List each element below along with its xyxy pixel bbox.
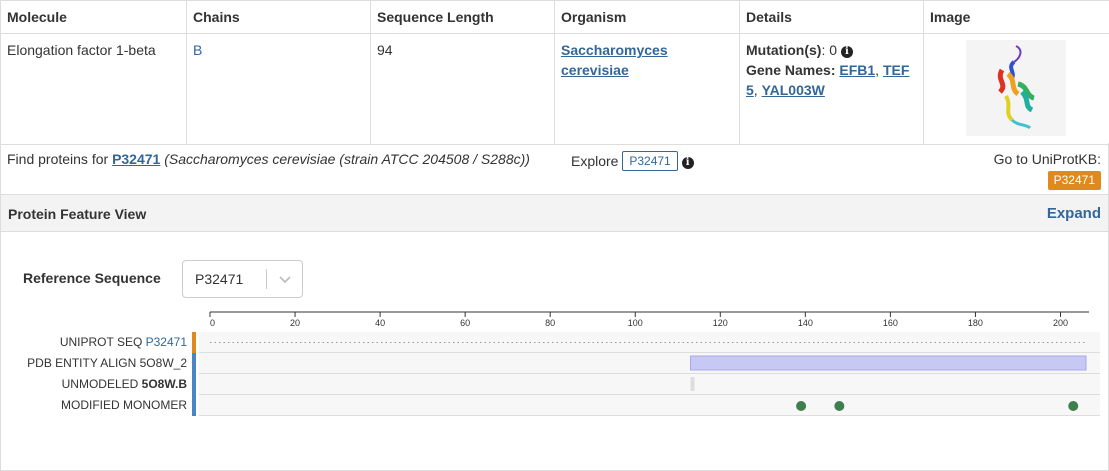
accession-link[interactable]: P32471 (112, 151, 160, 167)
ribbon-structure-image (997, 45, 1035, 130)
axis-tick-label: 200 (1053, 318, 1068, 328)
sequence-length: 94 (370, 33, 555, 145)
info-icon[interactable]: i (681, 157, 694, 169)
organism-link[interactable]: Saccharomyces cerevisiae (561, 42, 668, 78)
explore-badge[interactable]: P32471 (622, 151, 678, 171)
col-sequence-length: Sequence Length (370, 0, 555, 34)
gene-names-label: Gene Names: (746, 62, 836, 78)
track[interactable] (199, 395, 1100, 416)
position-axis: 0 20 40 60 80 100 120 140 160 180 200 (209, 311, 1089, 328)
mutation-label: Mutation(s) (746, 42, 822, 58)
select-separator (266, 269, 267, 289)
track-canvas (796, 401, 1079, 411)
panel-title: Protein Feature View (8, 206, 147, 222)
track-color-bar (192, 395, 196, 416)
structure-thumbnail[interactable] (966, 40, 1066, 136)
gene-link-efb1[interactable]: EFB1 (839, 62, 875, 78)
track[interactable] (199, 332, 1100, 353)
track-canvas (690, 355, 1087, 371)
axis-tick-label: 140 (798, 318, 813, 328)
details-cell: Mutation(s): 0 i Gene Names: EFB1, TEF 5,… (739, 33, 924, 145)
track-color-bar (192, 374, 196, 395)
track-canvas (210, 342, 1086, 343)
track[interactable] (199, 374, 1100, 395)
modified-monomer-marker[interactable] (796, 401, 807, 411)
track-canvas (690, 377, 695, 391)
axis-tick-label: 160 (883, 318, 898, 328)
track-label: PDB ENTITY ALIGN 5O8W_2 (27, 356, 187, 370)
entity-panel: Molecule Chains Sequence Length Organism… (0, 0, 1109, 471)
gene-link-yal003w[interactable]: YAL003W (762, 82, 825, 98)
track-color-bar (192, 353, 196, 374)
molecule-table: Molecule Chains Sequence Length Organism… (0, 0, 1109, 145)
reference-sequence-select[interactable]: P32471 (182, 260, 303, 298)
chevron-down-icon[interactable] (275, 269, 295, 289)
mutation-value: : 0 (821, 42, 838, 58)
reference-sequence-label: Reference Sequence (23, 270, 161, 286)
expand-link[interactable]: Expand (1047, 205, 1101, 222)
explore-group: Explore P32471 i (571, 151, 694, 171)
track-label: UNMODELED 5O8W.B (61, 377, 187, 391)
col-molecule: Molecule (0, 0, 187, 34)
modified-monomer-marker[interactable] (834, 401, 845, 411)
axis-tick-label: 80 (545, 318, 555, 328)
col-chains: Chains (186, 0, 371, 34)
find-proteins-row: Find proteins for P32471 (Saccharomyces … (0, 143, 1109, 195)
axis-tick-label: 180 (968, 318, 983, 328)
goto-uniprot: Go to UniProtKB: P32471 (994, 151, 1101, 190)
axis-tick-label: 40 (375, 318, 385, 328)
axis-tick-label: 20 (290, 318, 300, 328)
info-icon[interactable]: i (840, 46, 853, 58)
unmodeled-block[interactable] (690, 377, 695, 391)
goto-label: Go to UniProtKB: (993, 151, 1101, 167)
table-header-row: Molecule Chains Sequence Length Organism… (0, 0, 1109, 34)
molecule-name: Elongation factor 1-beta (0, 33, 187, 145)
select-value: P32471 (195, 271, 244, 287)
track-label-bold: 5O8W.B (141, 377, 187, 391)
find-proteins-text: Find proteins for P32471 (Saccharomyces … (7, 151, 530, 167)
modified-monomer-marker[interactable] (1068, 401, 1079, 411)
col-organism: Organism (554, 0, 740, 34)
table-row: Elongation factor 1-beta B 94 Saccharomy… (0, 33, 1109, 145)
feature-viewer: 0 20 40 60 80 100 120 140 160 180 200 UNIPROT SEQ … (0, 305, 1109, 420)
axis-tick-label: 120 (713, 318, 728, 328)
feature-view-header: Protein Feature View Expand (0, 194, 1109, 232)
track-label-link[interactable]: P32471 (146, 335, 187, 349)
axis-tick-label: 100 (628, 318, 643, 328)
axis-tick-label: 60 (460, 318, 470, 328)
col-details: Details (739, 0, 924, 34)
chain-link[interactable]: B (193, 42, 202, 58)
col-image: Image (923, 0, 1109, 34)
track[interactable] (199, 353, 1100, 374)
track-label: MODIFIED MONOMER (61, 398, 187, 412)
entity-align-block[interactable] (690, 355, 1087, 371)
axis-tick-label: 0 (210, 318, 215, 328)
track-label: UNIPROT SEQ P32471 (59, 335, 187, 349)
organism-strain: (Saccharomyces cerevisiae (strain ATCC 2… (164, 151, 530, 167)
explore-label: Explore (571, 153, 619, 169)
uniprot-badge[interactable]: P32471 (1047, 171, 1101, 190)
track-color-bar (192, 332, 196, 353)
